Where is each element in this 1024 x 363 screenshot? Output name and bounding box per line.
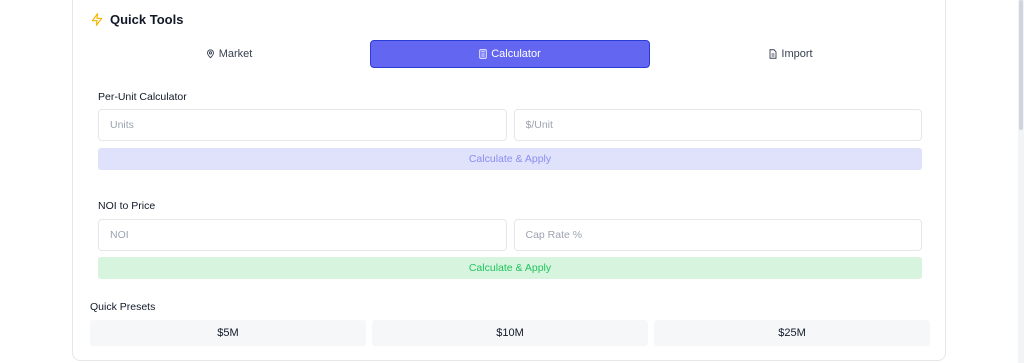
noi-to-price-title: NOI to Price xyxy=(98,200,156,212)
tab-calculator[interactable]: Calculator xyxy=(370,40,650,68)
tool-tabs: Market Calculator Import xyxy=(90,40,930,68)
quick-presets-title: Quick Presets xyxy=(90,301,156,313)
units-input[interactable] xyxy=(98,109,507,141)
per-unit-inputs xyxy=(98,109,922,141)
price-per-unit-input[interactable] xyxy=(513,109,922,141)
calculator-icon xyxy=(479,49,487,59)
map-pin-icon xyxy=(206,49,215,59)
card-title: Quick Tools xyxy=(110,11,184,27)
noi-input[interactable] xyxy=(98,219,507,251)
noi-inputs xyxy=(98,219,922,251)
preset-25m-button[interactable]: $25M xyxy=(654,320,930,346)
file-icon xyxy=(769,49,777,59)
page-scrollbar[interactable] xyxy=(1018,0,1024,363)
tab-import[interactable]: Import xyxy=(652,40,930,68)
noi-calculate-apply-button[interactable]: Calculate & Apply xyxy=(98,257,922,279)
tab-calculator-label: Calculator xyxy=(491,48,541,60)
scrollbar-thumb[interactable] xyxy=(1019,0,1023,130)
per-unit-calculate-apply-button[interactable]: Calculate & Apply xyxy=(98,148,922,170)
lightning-icon xyxy=(90,12,104,27)
card-header: Quick Tools xyxy=(90,10,183,28)
tab-market-label: Market xyxy=(218,48,253,60)
tab-import-label: Import xyxy=(781,48,813,60)
tab-market[interactable]: Market xyxy=(90,40,368,68)
preset-5m-button[interactable]: $5M xyxy=(90,320,366,346)
per-unit-calculator-title: Per-Unit Calculator xyxy=(98,91,187,103)
cap-rate-input[interactable] xyxy=(513,219,922,251)
preset-buttons: $5M $10M $25M xyxy=(90,320,930,346)
preset-10m-button[interactable]: $10M xyxy=(372,320,648,346)
